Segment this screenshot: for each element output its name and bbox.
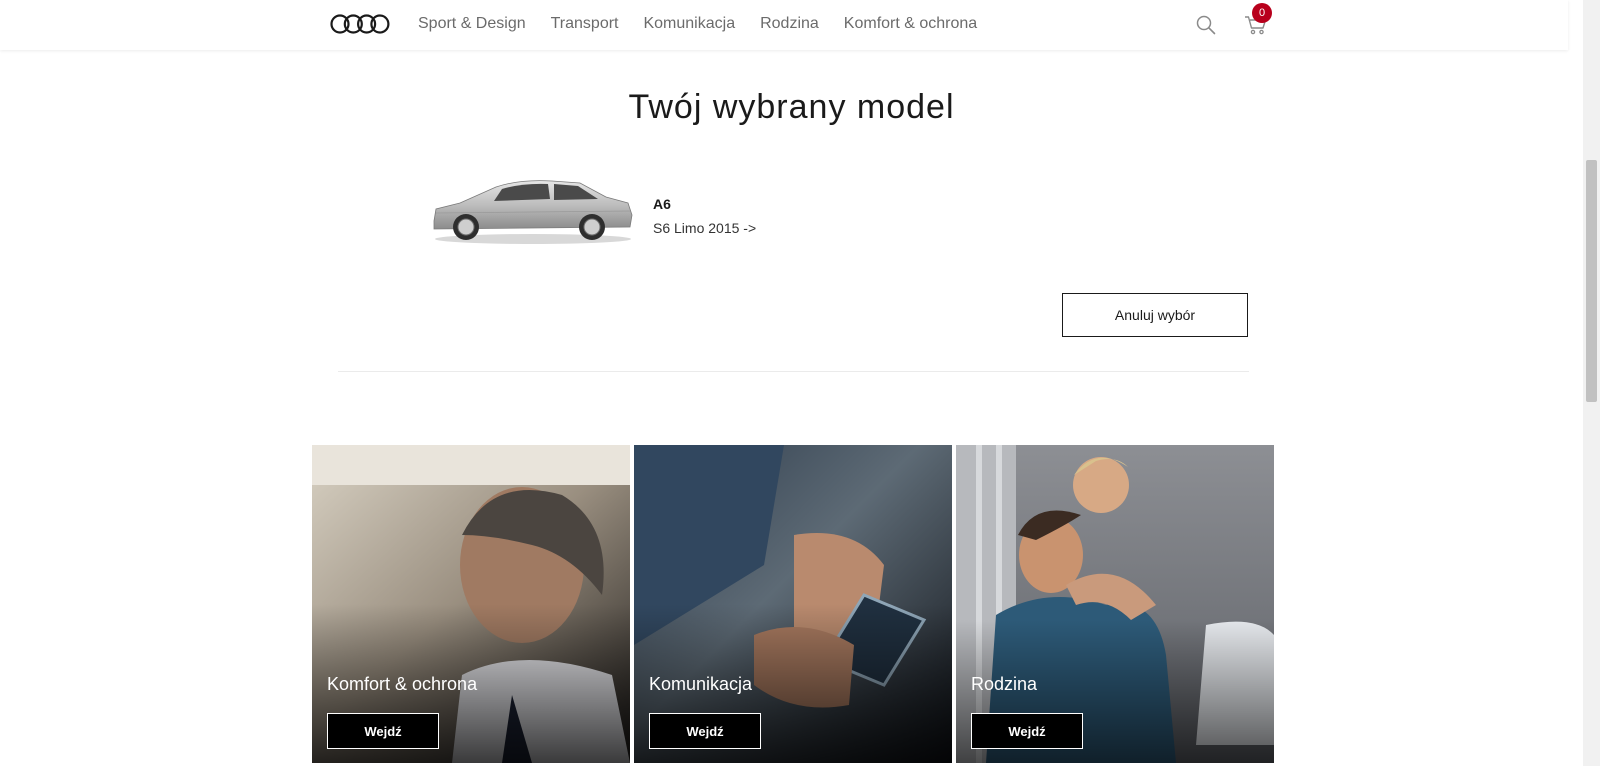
- tile-title: Komunikacja: [649, 674, 753, 694]
- tile-title: Komfort & ochrona: [327, 674, 478, 694]
- car-image: [433, 180, 633, 244]
- cart-count-badge: 0: [1252, 3, 1272, 23]
- page-title: Twój wybrany model: [628, 88, 955, 126]
- main-nav: Sport & Design Transport Komunikacja Rod…: [418, 14, 1002, 34]
- enter-button[interactable]: Wejdź: [971, 713, 1083, 749]
- tile-komunikacja[interactable]: Komunikacja Wejdź: [634, 445, 952, 763]
- section-divider: [338, 371, 1249, 372]
- nav-item-rodzina[interactable]: Rodzina: [760, 14, 819, 34]
- audi-logo[interactable]: [330, 13, 390, 35]
- nav-item-sport-design[interactable]: Sport & Design: [418, 14, 526, 34]
- nav-item-komunikacja[interactable]: Komunikacja: [643, 14, 735, 34]
- tile-komfort-ochrona[interactable]: Komfort & ochrona Wejdź: [312, 445, 630, 763]
- nav-item-transport[interactable]: Transport: [551, 14, 619, 34]
- model-variant-link[interactable]: S6 Limo 2015 ->: [653, 220, 756, 236]
- tile-title: Rodzina: [971, 674, 1038, 694]
- cancel-selection-button[interactable]: Anuluj wybór: [1062, 293, 1248, 337]
- vertical-scrollbar[interactable]: [1583, 0, 1600, 766]
- search-icon[interactable]: [1195, 14, 1217, 36]
- page: Sport & Design Transport Komunikacja Rod…: [0, 0, 1583, 766]
- tile-rodzina[interactable]: Rodzina Wejdź: [956, 445, 1274, 763]
- scrollbar-thumb[interactable]: [1586, 160, 1597, 402]
- nav-item-komfort-ochrona[interactable]: Komfort & ochrona: [844, 14, 977, 34]
- enter-button[interactable]: Wejdź: [649, 713, 761, 749]
- site-header: Sport & Design Transport Komunikacja Rod…: [0, 0, 1568, 50]
- model-name: A6: [653, 196, 671, 212]
- enter-button[interactable]: Wejdź: [327, 713, 439, 749]
